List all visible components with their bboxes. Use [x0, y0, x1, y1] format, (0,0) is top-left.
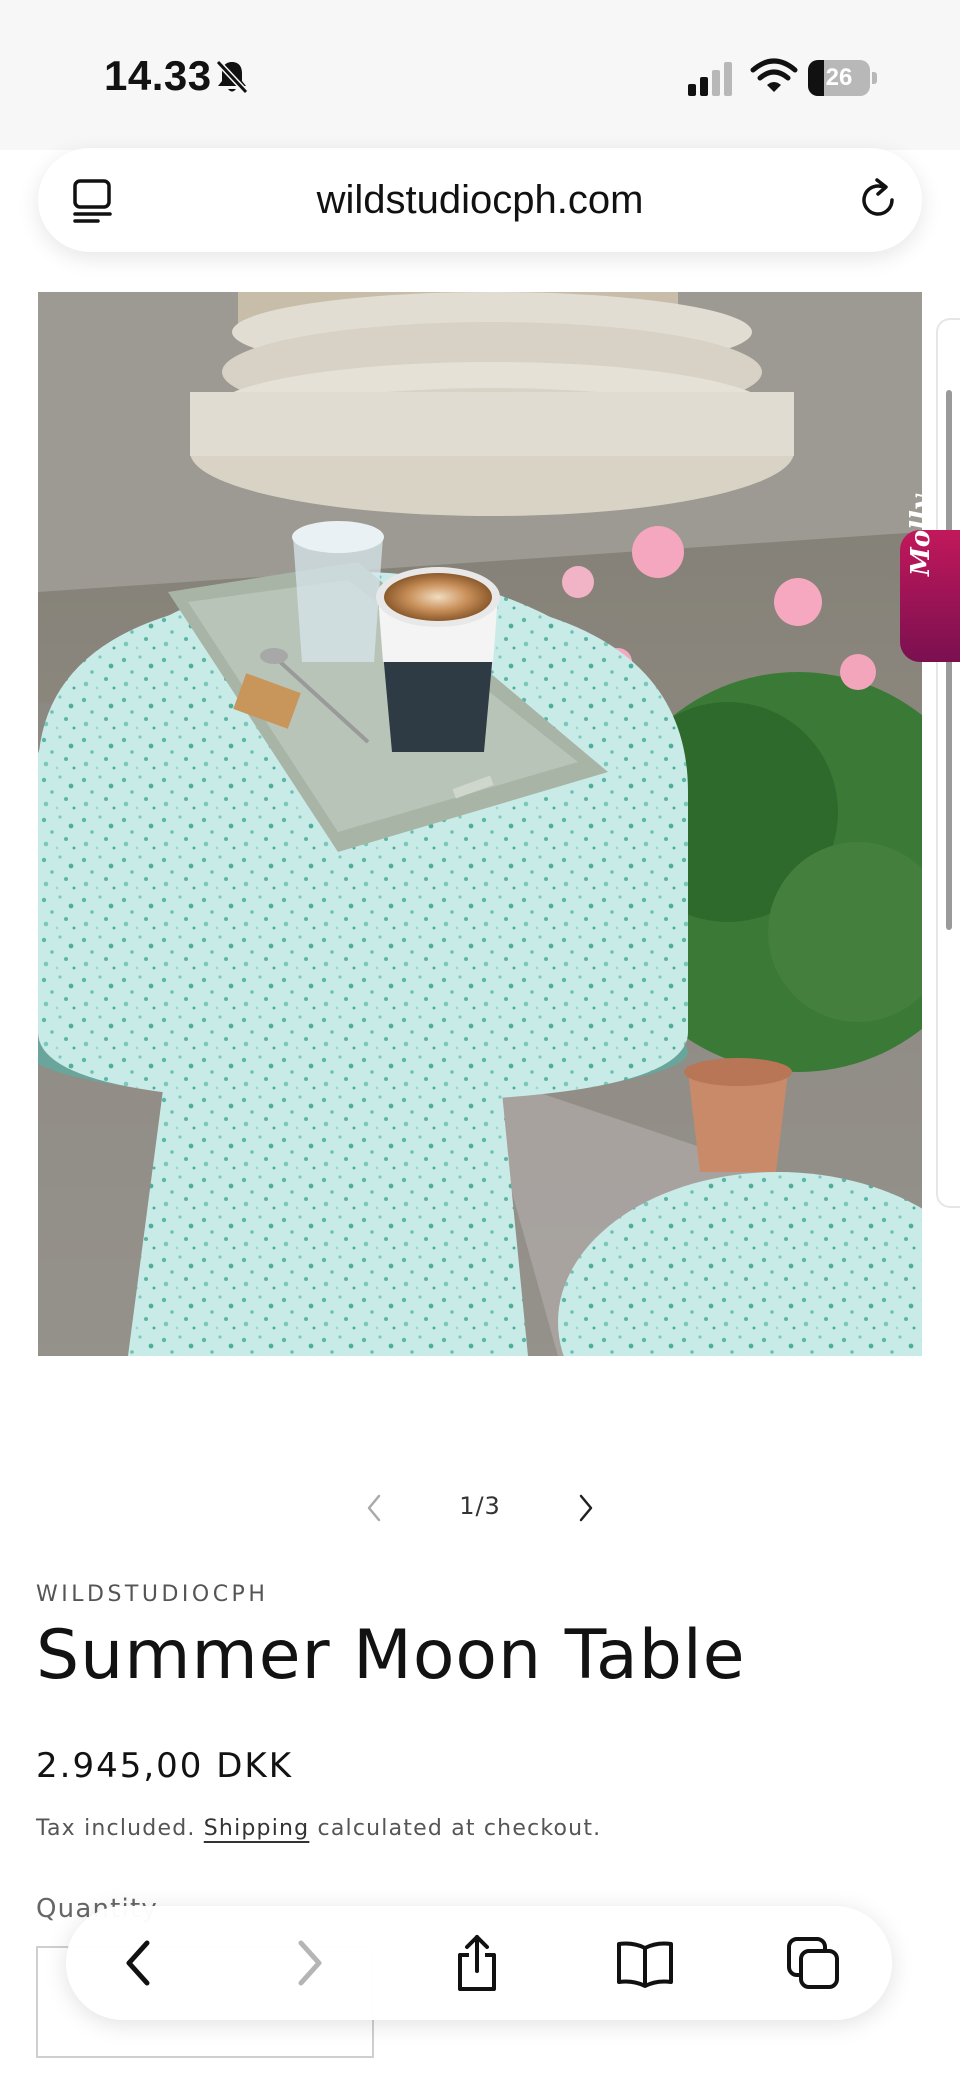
- product-price: 2.945,00 DKK: [36, 1746, 293, 1786]
- address-bar[interactable]: wildstudiocph.com: [38, 148, 922, 252]
- forward-button[interactable]: [276, 1930, 342, 1996]
- forward-icon: [298, 1940, 322, 1986]
- bell-slash-icon: [215, 59, 249, 95]
- status-time: 14.33: [104, 52, 212, 99]
- share-icon: [458, 1935, 496, 1991]
- share-button[interactable]: [444, 1930, 510, 1996]
- bookmarks-button[interactable]: [612, 1930, 678, 1996]
- product-image[interactable]: [38, 292, 922, 1356]
- product-vendor: WILDSTUDIOCPH: [36, 1582, 269, 1607]
- molly-chat-tab[interactable]: Molly: [900, 495, 960, 662]
- cellular-signal-icon: [688, 62, 732, 96]
- chevron-left-icon[interactable]: [360, 1492, 390, 1524]
- status-bar: 14.33 26: [0, 0, 960, 150]
- reload-icon[interactable]: [856, 178, 900, 222]
- slide-counter: 1/3: [459, 1492, 501, 1520]
- bookmarks-icon: [617, 1941, 673, 1988]
- back-button[interactable]: [106, 1930, 172, 1996]
- gallery-pagination: 1/3: [0, 1478, 960, 1538]
- molly-label: Molly: [906, 495, 936, 576]
- tax-note: Tax included. Shipping calculated at che…: [36, 1816, 601, 1841]
- battery-icon: 26: [808, 60, 877, 96]
- shipping-link[interactable]: Shipping: [204, 1816, 310, 1841]
- browser-toolbar: [66, 1906, 892, 2020]
- chevron-right-icon[interactable]: [570, 1492, 600, 1524]
- tabs-button[interactable]: [780, 1930, 846, 1996]
- tax-checkout-text: calculated at checkout.: [317, 1816, 602, 1841]
- battery-level: 26: [825, 64, 853, 91]
- tabs-icon: [787, 1937, 839, 1989]
- wifi-icon: [750, 58, 798, 92]
- tax-included-text: Tax included.: [36, 1816, 196, 1841]
- product-title: Summer Moon Table: [36, 1616, 746, 1695]
- url-text[interactable]: wildstudiocph.com: [38, 178, 922, 223]
- back-icon: [126, 1940, 150, 1986]
